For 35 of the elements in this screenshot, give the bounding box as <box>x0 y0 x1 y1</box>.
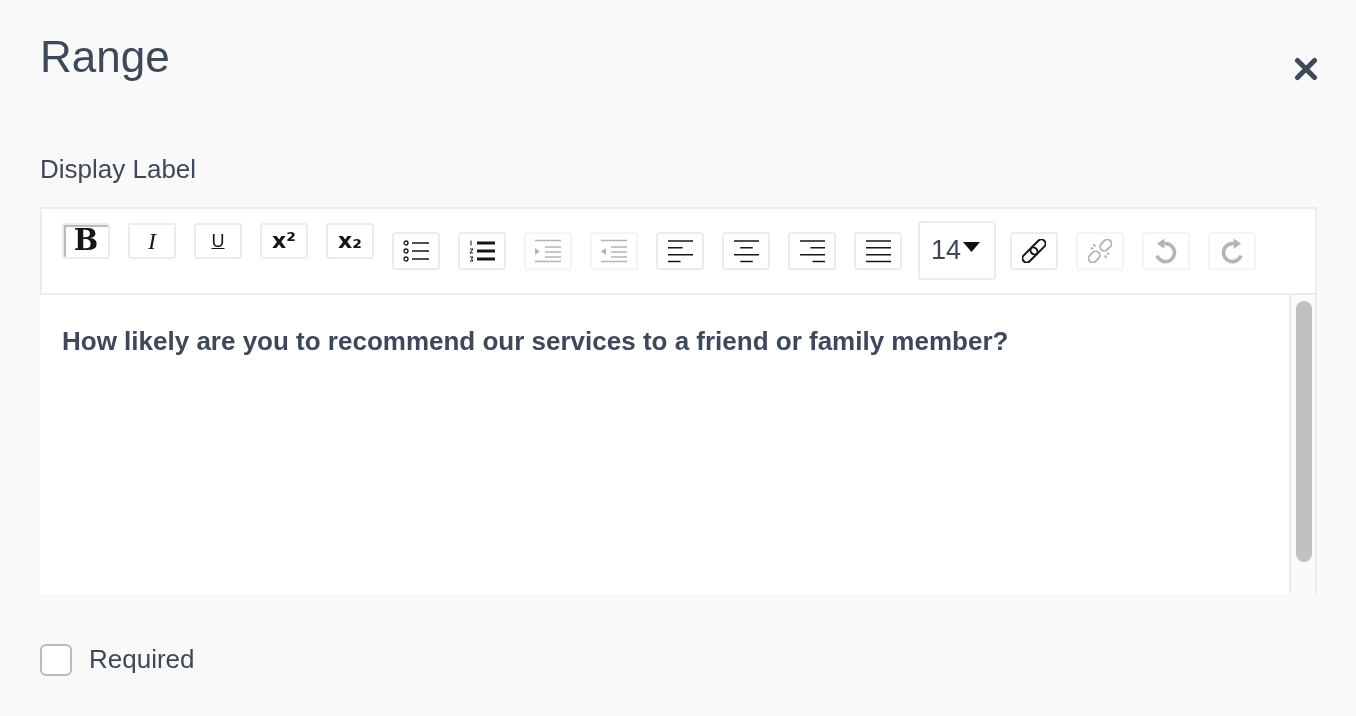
redo-icon <box>1220 238 1244 264</box>
justify-button[interactable] <box>854 232 902 270</box>
align-center-icon <box>733 239 759 263</box>
align-left-icon <box>667 239 693 263</box>
bulleted-list-button[interactable] <box>392 232 440 270</box>
justify-icon <box>865 239 891 263</box>
close-icon <box>1294 57 1318 81</box>
indent-icon <box>535 239 561 263</box>
numbered-list-button[interactable] <box>458 232 506 270</box>
field-label: Display Label <box>40 153 198 185</box>
align-left-button[interactable] <box>656 232 704 270</box>
subscript-button[interactable]: x₂ <box>326 223 374 259</box>
numbered-list-icon <box>469 239 495 263</box>
dialog-title: Range <box>40 31 170 83</box>
font-size-dropdown[interactable]: 14 <box>918 221 996 280</box>
align-right-icon <box>799 239 825 263</box>
required-label: Required <box>89 644 195 676</box>
link-button[interactable] <box>1010 232 1058 270</box>
bold-button[interactable]: B <box>62 223 110 259</box>
align-center-button[interactable] <box>722 232 770 270</box>
scrollbar-thumb[interactable] <box>1296 301 1312 562</box>
editor-field[interactable]: How likely are you to recommend our services to a friend or family member? <box>40 295 1317 594</box>
superscript-button[interactable]: x² <box>260 223 308 259</box>
italic-button[interactable]: I <box>128 223 176 259</box>
checkbox[interactable] <box>40 644 72 676</box>
underline-button[interactable]: U <box>194 223 242 259</box>
caret-icon <box>963 242 981 253</box>
outdent-icon <box>601 239 627 263</box>
broken-link-icon <box>1088 239 1112 263</box>
undo-icon <box>1154 238 1178 264</box>
bulleted-list-icon <box>403 239 429 263</box>
align-right-button[interactable] <box>788 232 836 270</box>
editor-text: How likely are you to recommend our services to a friend or family member? <box>61 325 1010 358</box>
chain-link-icon <box>1022 239 1046 263</box>
close-button[interactable] <box>1294 57 1318 81</box>
